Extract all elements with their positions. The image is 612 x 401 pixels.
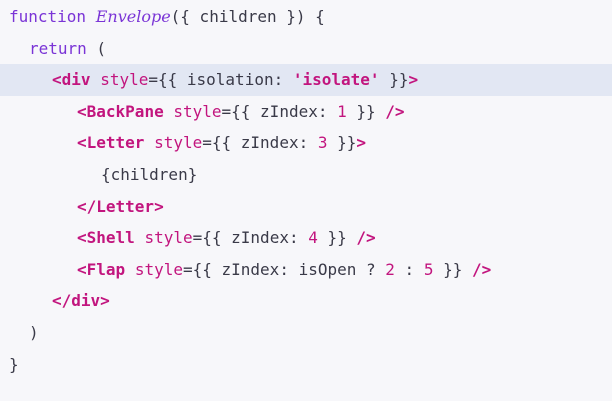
style-close: }} [327,133,357,153]
style-expression: ={{ zIndex: [221,101,338,121]
tag-open-bracket: < [77,259,87,279]
tag-open-bracket: < [77,101,87,121]
code-line-6: {children} [0,159,612,191]
code-line-5: <Letter style={{ zIndex: 3 }}> [0,127,612,159]
code-line-1: function Envelope({ children }) { [0,1,612,33]
tag-name-backpane: BackPane [86,101,164,121]
code-line-4: <BackPane style={{ zIndex: 1 }} /> [0,96,612,128]
zindex-value: 4 [308,228,318,248]
function-name: Envelope [95,7,171,26]
code-line-12: } [0,349,612,381]
style-close: }} [346,101,386,121]
code-line-3-highlighted: <div style={{ isolation: 'isolate' }}> [0,64,612,96]
tag-open-bracket: < [77,228,87,248]
style-close: }} [433,259,472,279]
tag-name-shell: Shell [86,228,135,248]
attr-style: style [134,259,183,279]
return-paren: ( [86,38,107,58]
zindex-value: 1 [337,101,347,121]
code-editor[interactable]: function Envelope({ children }) { return… [0,1,612,401]
tag-name-flap: Flap [86,259,126,279]
code-line-8: <Shell style={{ zIndex: 4 }} /> [0,222,612,254]
style-expression: ={{ isolation: [148,70,293,90]
tag-open-bracket: < [52,70,62,90]
style-expression: ={{ zIndex: [202,133,318,153]
tag-open-bracket: < [77,133,87,153]
code-line-2: return ( [0,33,612,65]
self-close: /> [472,259,492,279]
code-line-10: </div> [0,285,612,317]
zindex-value-open: 2 [385,259,395,279]
children-expression: {children} [101,164,198,184]
style-close: }} [317,228,357,248]
style-close: }} [379,70,409,90]
ternary-colon: : [394,259,424,279]
closing-tag-div: </div> [52,291,110,311]
close-brace: } [9,354,19,374]
attr-style: style [144,228,193,248]
tag-close-bracket: > [356,133,367,153]
code-line-9: <Flap style={{ zIndex: isOpen ? 2 : 5 }}… [0,254,612,286]
attr-style: style [100,70,149,90]
keyword-return: return [29,38,87,58]
self-close: /> [356,228,376,248]
function-params: ({ children }) { [170,7,325,26]
self-close: /> [385,101,405,121]
closing-tag-letter: </Letter> [77,196,164,216]
tag-name-div: div [61,70,91,90]
string-isolate: 'isolate' [292,70,380,90]
keyword-function: function [9,7,87,26]
tag-close-bracket: > [408,70,419,90]
code-line-7: </Letter> [0,191,612,223]
attr-style: style [154,133,203,153]
style-expression: ={{ zIndex: [192,228,309,248]
close-paren: ) [29,322,39,342]
code-line-11: ) [0,317,612,349]
attr-style: style [173,101,222,121]
tag-name-letter: Letter [86,133,145,153]
style-expression: ={{ zIndex: isOpen ? [182,259,386,279]
